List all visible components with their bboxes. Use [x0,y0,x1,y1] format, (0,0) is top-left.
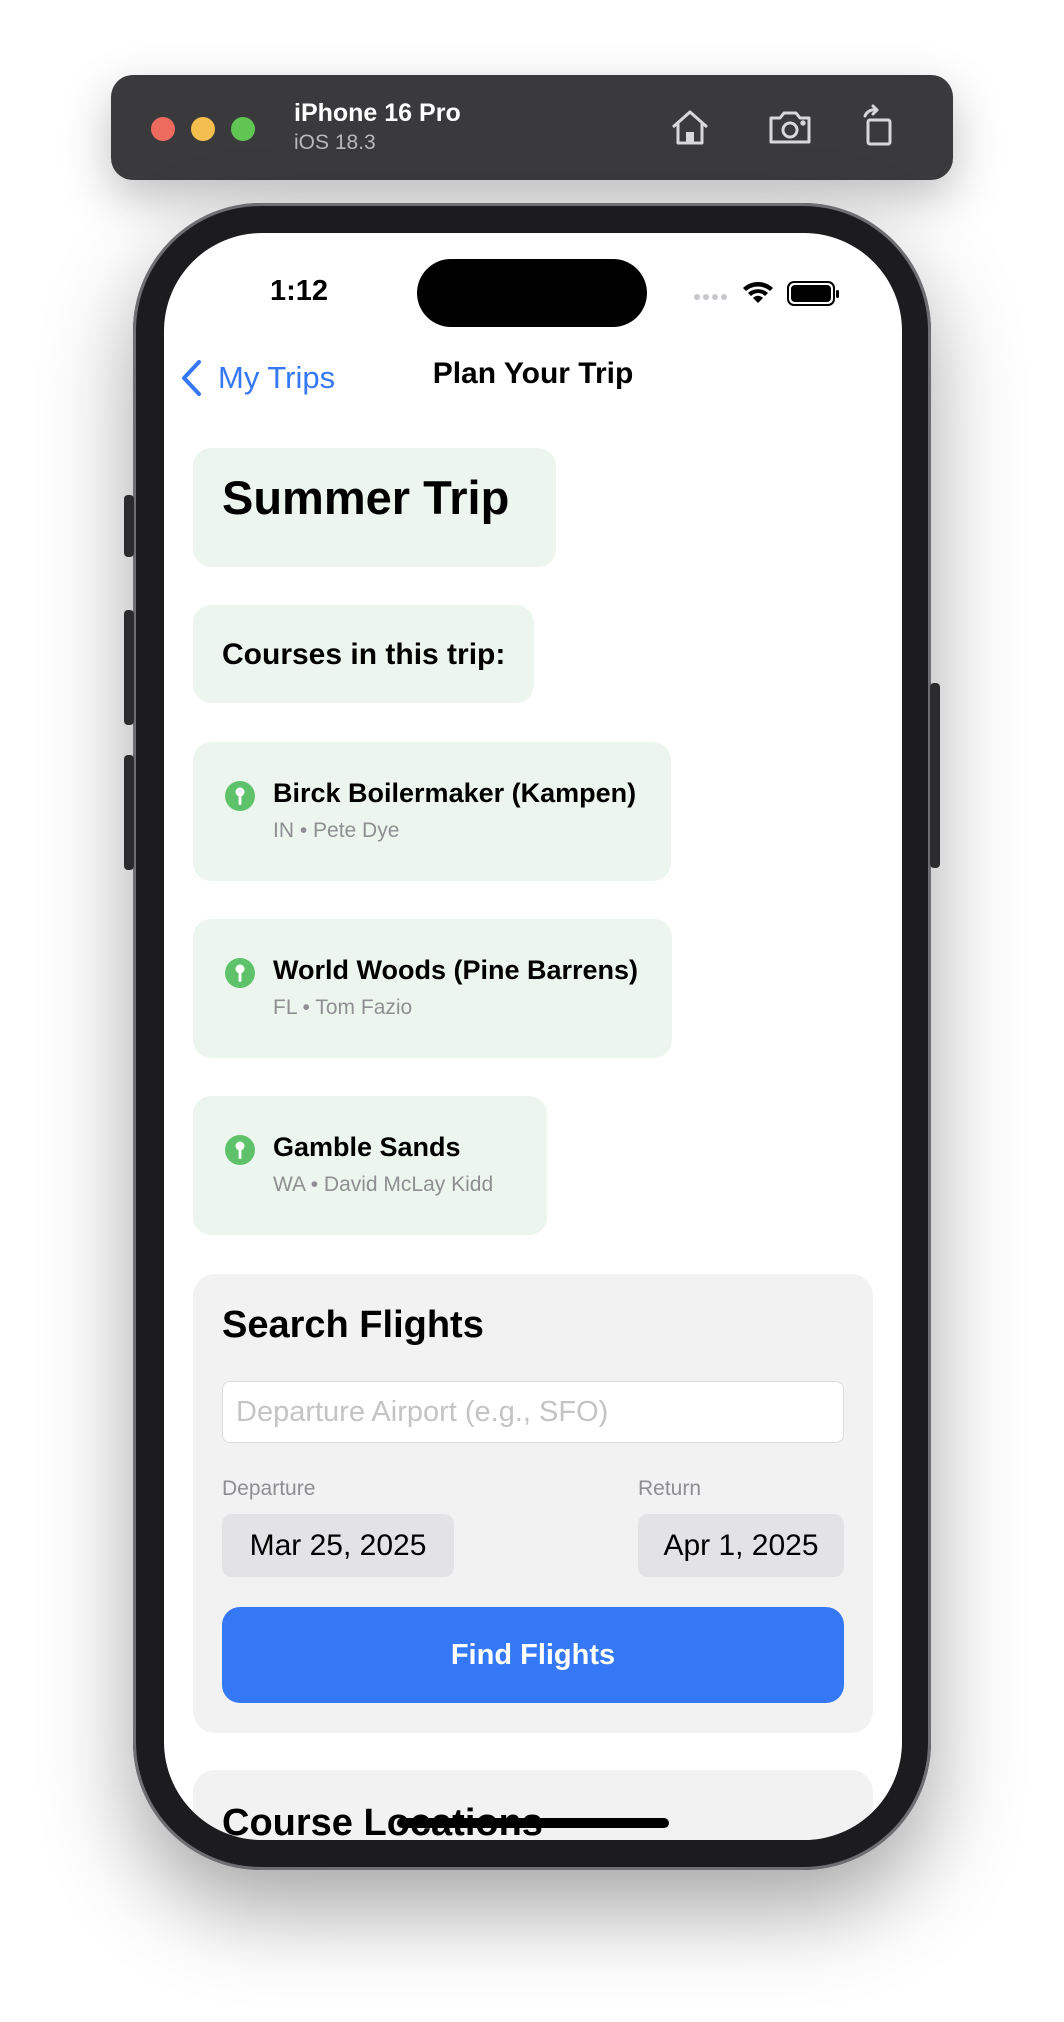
course-name: World Woods (Pine Barrens) [273,955,639,985]
return-label: Return [638,1477,702,1500]
cellular-icon [694,294,727,300]
device-name: iPhone 16 Pro [294,99,461,127]
minimize-window-button[interactable] [191,117,215,141]
trip-title-card: Summer Trip [193,448,556,567]
status-time: 1:12 [270,275,329,307]
departure-label: Departure [222,1477,316,1500]
course-card[interactable]: Gamble Sands WA • David McLay Kidd [193,1096,547,1235]
course-card[interactable]: Birck Boilermaker (Kampen) IN • Pete Dye [193,742,671,881]
find-flights-button[interactable]: Find Flights [222,1607,844,1703]
volume-up-button [124,610,134,725]
power-button [930,683,940,868]
home-icon[interactable] [666,103,714,151]
map-pin-icon [225,1135,255,1165]
map-pin-icon [225,781,255,811]
courses-label: Courses in this trip: [222,638,506,671]
close-window-button[interactable] [151,117,175,141]
wifi-icon [743,282,773,303]
volume-down-button [124,755,134,870]
return-date-picker[interactable]: Apr 1, 2025 [638,1514,844,1577]
search-flights-card: Search Flights Departure Return Mar 25, … [193,1274,873,1733]
course-meta: FL • Tom Fazio [273,996,413,1019]
device-screen: 1:12 My Trips Plan Your Trip Summer Trip… [164,233,902,1840]
search-flights-heading: Search Flights [222,1304,484,1346]
course-card[interactable]: World Woods (Pine Barrens) FL • Tom Fazi… [193,919,672,1058]
home-indicator[interactable] [397,1818,669,1828]
trip-title: Summer Trip [222,471,510,524]
departure-airport-input[interactable] [222,1381,844,1443]
action-button [124,495,134,557]
map-pin-icon [225,958,255,988]
departure-date-picker[interactable]: Mar 25, 2025 [222,1514,454,1577]
courses-label-card: Courses in this trip: [193,605,534,703]
rotate-icon[interactable] [855,103,903,151]
course-meta: IN • Pete Dye [273,819,400,842]
course-locations-card: Course Locations [193,1770,873,1840]
nav-title: Plan Your Trip [432,357,634,390]
course-meta: WA • David McLay Kidd [273,1173,494,1196]
simulator-toolbar: iPhone 16 Pro iOS 18.3 [111,75,953,180]
course-name: Gamble Sands [273,1132,461,1162]
os-version: iOS 18.3 [294,131,376,154]
battery-icon [787,281,839,306]
dynamic-island [417,259,647,327]
course-name: Birck Boilermaker (Kampen) [273,778,637,808]
screenshot-icon[interactable] [766,103,814,151]
status-icons [694,281,839,306]
zoom-window-button[interactable] [231,117,255,141]
